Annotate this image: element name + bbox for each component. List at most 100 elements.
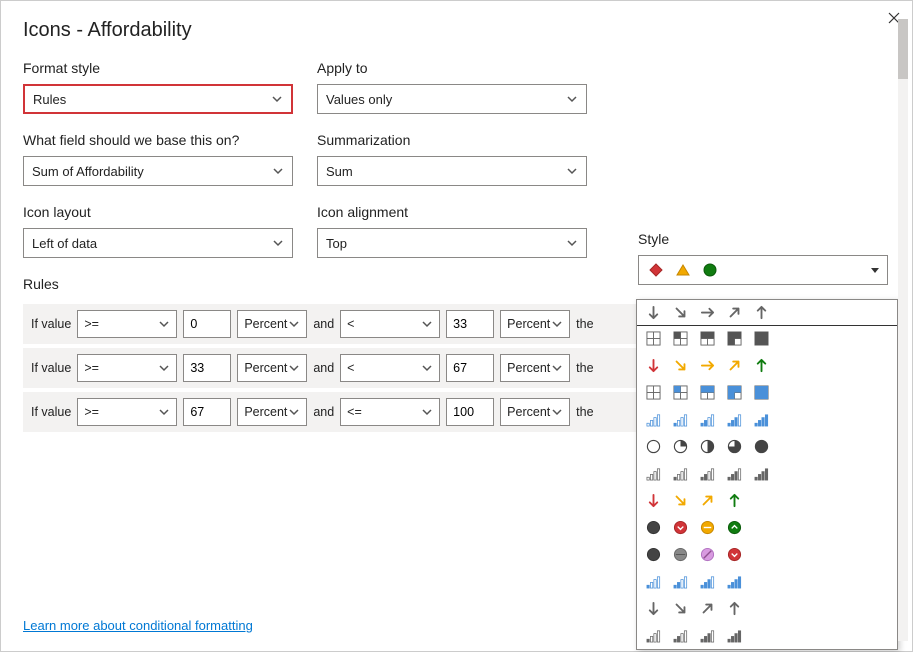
style-icon [672, 357, 689, 374]
style-icon [672, 519, 689, 536]
field-summarization: Summarization Sum [317, 132, 587, 186]
style-option[interactable] [637, 460, 897, 487]
style-area: Style [638, 231, 888, 285]
style-option[interactable] [637, 514, 897, 541]
icon-layout-select[interactable]: Left of data [23, 228, 293, 258]
rule-op1-select[interactable]: >= [77, 398, 177, 426]
style-icon [699, 304, 716, 321]
chevron-down-icon [566, 237, 578, 249]
style-icon [699, 411, 716, 428]
rule-unit1-select[interactable]: Percent [237, 310, 307, 338]
and-label: and [313, 361, 334, 375]
rule-val2-input[interactable] [446, 398, 494, 426]
rule-unit2-select[interactable]: Percent [500, 310, 570, 338]
rule-op2-select[interactable]: < [340, 310, 440, 338]
and-label: and [313, 317, 334, 331]
style-icon [672, 600, 689, 617]
style-icon [645, 384, 662, 401]
format-style-label: Format style [23, 60, 293, 76]
row-field-summ: What field should we base this on? Sum o… [23, 132, 890, 186]
style-option[interactable] [637, 433, 897, 460]
scrollbar[interactable] [898, 19, 908, 641]
field-apply-to: Apply to Values only [317, 60, 587, 114]
if-value-label: If value [31, 361, 71, 375]
style-icon [726, 519, 743, 536]
rule-op1-select[interactable]: >= [77, 354, 177, 382]
triangle-icon [674, 262, 691, 279]
style-icon [699, 330, 716, 347]
style-icon [645, 304, 662, 321]
apply-to-select[interactable]: Values only [317, 84, 587, 114]
icon-alignment-select[interactable]: Top [317, 228, 587, 258]
style-icon [645, 519, 662, 536]
style-option[interactable] [636, 299, 898, 326]
rule-unit2-select[interactable]: Percent [500, 354, 570, 382]
summarization-value: Sum [326, 164, 353, 179]
apply-to-label: Apply to [317, 60, 587, 76]
diamond-icon [647, 262, 664, 279]
if-value-label: If value [31, 317, 71, 331]
style-icon [726, 546, 743, 563]
icon-alignment-value: Top [326, 236, 347, 251]
chevron-down-icon [272, 237, 284, 249]
style-icon [699, 546, 716, 563]
then-label: the [576, 317, 593, 331]
style-icon [672, 627, 689, 644]
style-icon [726, 411, 743, 428]
style-icon [753, 465, 770, 482]
style-icon [672, 330, 689, 347]
style-option[interactable] [637, 325, 897, 352]
style-icon [645, 357, 662, 374]
style-icon [672, 438, 689, 455]
rule-val2-input[interactable] [446, 354, 494, 382]
icons-dialog: Icons - Affordability Format style Rules… [0, 0, 913, 652]
rule-val1-input[interactable] [183, 354, 231, 382]
style-icon [726, 573, 743, 590]
base-field-label: What field should we base this on? [23, 132, 293, 148]
rule-op2-select[interactable]: <= [340, 398, 440, 426]
icon-alignment-label: Icon alignment [317, 204, 587, 220]
style-option[interactable] [637, 379, 897, 406]
rule-row: If value>=Percentand<=Percentthe [23, 392, 657, 432]
style-icon [753, 438, 770, 455]
style-option[interactable] [637, 622, 897, 649]
dialog-title: Icons - Affordability [23, 19, 890, 42]
rule-val1-input[interactable] [183, 398, 231, 426]
style-option[interactable] [637, 406, 897, 433]
style-option[interactable] [637, 541, 897, 568]
rule-unit2-select[interactable]: Percent [500, 398, 570, 426]
style-icon [699, 492, 716, 509]
style-icon [645, 573, 662, 590]
style-icon [699, 438, 716, 455]
row-format-apply: Format style Rules Apply to Values only [23, 60, 890, 114]
rule-row: If value >= Percent and < Percent the [23, 304, 657, 344]
learn-more-link[interactable]: Learn more about conditional formatting [23, 618, 253, 633]
field-icon-layout: Icon layout Left of data [23, 204, 293, 258]
scrollbar-thumb[interactable] [898, 19, 908, 79]
base-field-value: Sum of Affordability [32, 164, 144, 179]
icon-layout-label: Icon layout [23, 204, 293, 220]
style-icon [672, 304, 689, 321]
rule-op2-select[interactable]: < [340, 354, 440, 382]
style-icon [699, 384, 716, 401]
style-option[interactable] [637, 487, 897, 514]
rule-val2-input[interactable] [446, 310, 494, 338]
style-option[interactable] [637, 595, 897, 622]
rule-op1-select[interactable]: >= [77, 310, 177, 338]
style-option[interactable] [637, 352, 897, 379]
style-icon [726, 330, 743, 347]
format-style-select[interactable]: Rules [23, 84, 293, 114]
rule-unit1-select[interactable]: Percent [237, 398, 307, 426]
summarization-select[interactable]: Sum [317, 156, 587, 186]
rule-unit1-select[interactable]: Percent [237, 354, 307, 382]
style-icon [645, 465, 662, 482]
style-icon [726, 384, 743, 401]
chevron-down-icon [566, 93, 578, 105]
style-label: Style [638, 231, 888, 247]
style-option[interactable] [637, 568, 897, 595]
chevron-down-icon [566, 165, 578, 177]
style-select[interactable] [638, 255, 888, 285]
chevron-down-icon [271, 93, 283, 105]
rule-val1-input[interactable] [183, 310, 231, 338]
base-field-select[interactable]: Sum of Affordability [23, 156, 293, 186]
